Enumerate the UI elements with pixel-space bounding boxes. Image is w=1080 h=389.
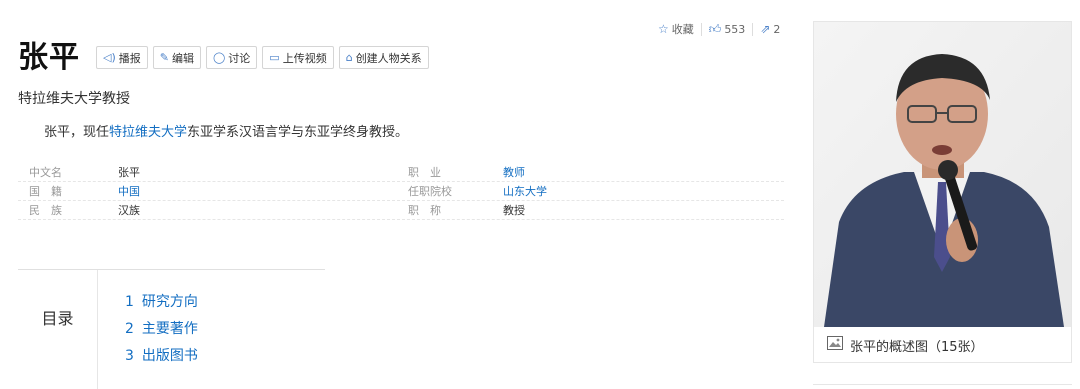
info-value: 张平 (118, 166, 140, 179)
toc-item[interactable]: 3 出版图书 (125, 343, 198, 370)
toc-text: 主要著作 (141, 321, 198, 337)
info-row: 民 族 汉族 职 称 教授 (18, 201, 784, 220)
people-relation-icon: ⌂ (345, 51, 353, 64)
info-key: 职 称 (408, 204, 441, 217)
summary-suffix: 东亚学系汉语言学与东亚学终身教授。 (187, 125, 409, 140)
favorite-label: 收藏 (671, 23, 694, 36)
top-actions: ☆ 收藏 👍︎ 553 ⇗ 2 (658, 21, 780, 37)
divider (700, 22, 702, 36)
thumbs-up-icon: 👍︎ (708, 22, 722, 36)
page-title: 张平 (18, 40, 80, 75)
info-key: 职 业 (408, 166, 441, 179)
basic-info-table: 中文名 张平 职 业 教师 国 籍 中国 任职院校 山东大学 民 族 汉族 职 … (18, 163, 784, 220)
portrait-photo[interactable] (814, 22, 1071, 327)
upload-video-label: 上传视频 (282, 51, 327, 65)
pencil-icon: ✎ (159, 51, 169, 64)
like-button[interactable]: 👍︎ 553 (709, 23, 746, 36)
star-icon: ☆ (658, 22, 669, 36)
share-button[interactable]: ⇗ 2 (760, 23, 780, 36)
edit-label: 编辑 (171, 51, 194, 65)
toolbar: ◁) 播报 ✎ 编辑 ◯ 讨论 ▭ 上传视频 ⌂ 创建人物关系 (96, 46, 429, 69)
info-key: 国 籍 (29, 185, 62, 198)
upload-video-button[interactable]: ▭ 上传视频 (262, 46, 334, 69)
info-value-link[interactable]: 山东大学 (503, 183, 547, 199)
divider (752, 22, 754, 36)
toc-text: 研究方向 (141, 294, 198, 310)
summary-link[interactable]: 特拉维夫大学 (109, 125, 187, 140)
table-of-contents: 目录 1 研究方向 2 主要著作 3 出版图书 (18, 269, 325, 389)
play-button[interactable]: ◁) 播报 (96, 46, 148, 69)
info-value-link[interactable]: 中国 (118, 183, 408, 199)
video-icon: ▭ (269, 51, 280, 64)
info-row: 中文名 张平 职 业 教师 (18, 163, 784, 182)
play-label: 播报 (118, 51, 141, 65)
speaker-icon: ◁) (103, 51, 116, 64)
summary-prefix: 张平，现任 (44, 125, 110, 140)
edit-button[interactable]: ✎ 编辑 (152, 46, 201, 69)
create-relation-button[interactable]: ⌂ 创建人物关系 (338, 46, 429, 69)
info-key: 民 族 (29, 204, 62, 217)
photo-caption-text: 张平的概述图（15张） (850, 339, 984, 355)
toc-number: 2 (125, 321, 134, 337)
like-count: 553 (724, 22, 746, 36)
subtitle: 特拉维夫大学教授 (18, 91, 130, 107)
toc-item[interactable]: 1 研究方向 (125, 289, 198, 316)
share-icon: ⇗ (760, 22, 771, 36)
toc-text: 出版图书 (141, 348, 198, 364)
divider (813, 384, 1072, 385)
favorite-button[interactable]: ☆ 收藏 (658, 21, 694, 37)
portrait-illustration (814, 22, 1071, 327)
info-value-link[interactable]: 教师 (503, 164, 525, 180)
toc-list: 1 研究方向 2 主要著作 3 出版图书 (98, 270, 198, 389)
create-relation-label: 创建人物关系 (355, 51, 422, 65)
share-count: 2 (773, 22, 781, 36)
info-value: 汉族 (118, 204, 140, 217)
summary: 张平，现任特拉维夫大学东亚学系汉语言学与东亚学终身教授。 (44, 121, 408, 140)
chat-bubble-icon: ◯ (212, 51, 226, 64)
toc-label: 目录 (18, 270, 98, 389)
photo-caption[interactable]: 张平的概述图（15张） (814, 327, 1071, 363)
info-row: 国 籍 中国 任职院校 山东大学 (18, 182, 784, 201)
toc-number: 1 (125, 294, 134, 310)
info-key: 任职院校 (408, 185, 452, 198)
summary-photo-card[interactable]: 张平的概述图（15张） (813, 21, 1072, 363)
discuss-button[interactable]: ◯ 讨论 (205, 46, 258, 69)
info-value: 教授 (503, 204, 525, 217)
toc-number: 3 (125, 348, 134, 364)
info-key: 中文名 (29, 166, 62, 179)
image-gallery-icon (827, 336, 843, 354)
discuss-label: 讨论 (228, 51, 251, 65)
toc-item[interactable]: 2 主要著作 (125, 316, 198, 343)
